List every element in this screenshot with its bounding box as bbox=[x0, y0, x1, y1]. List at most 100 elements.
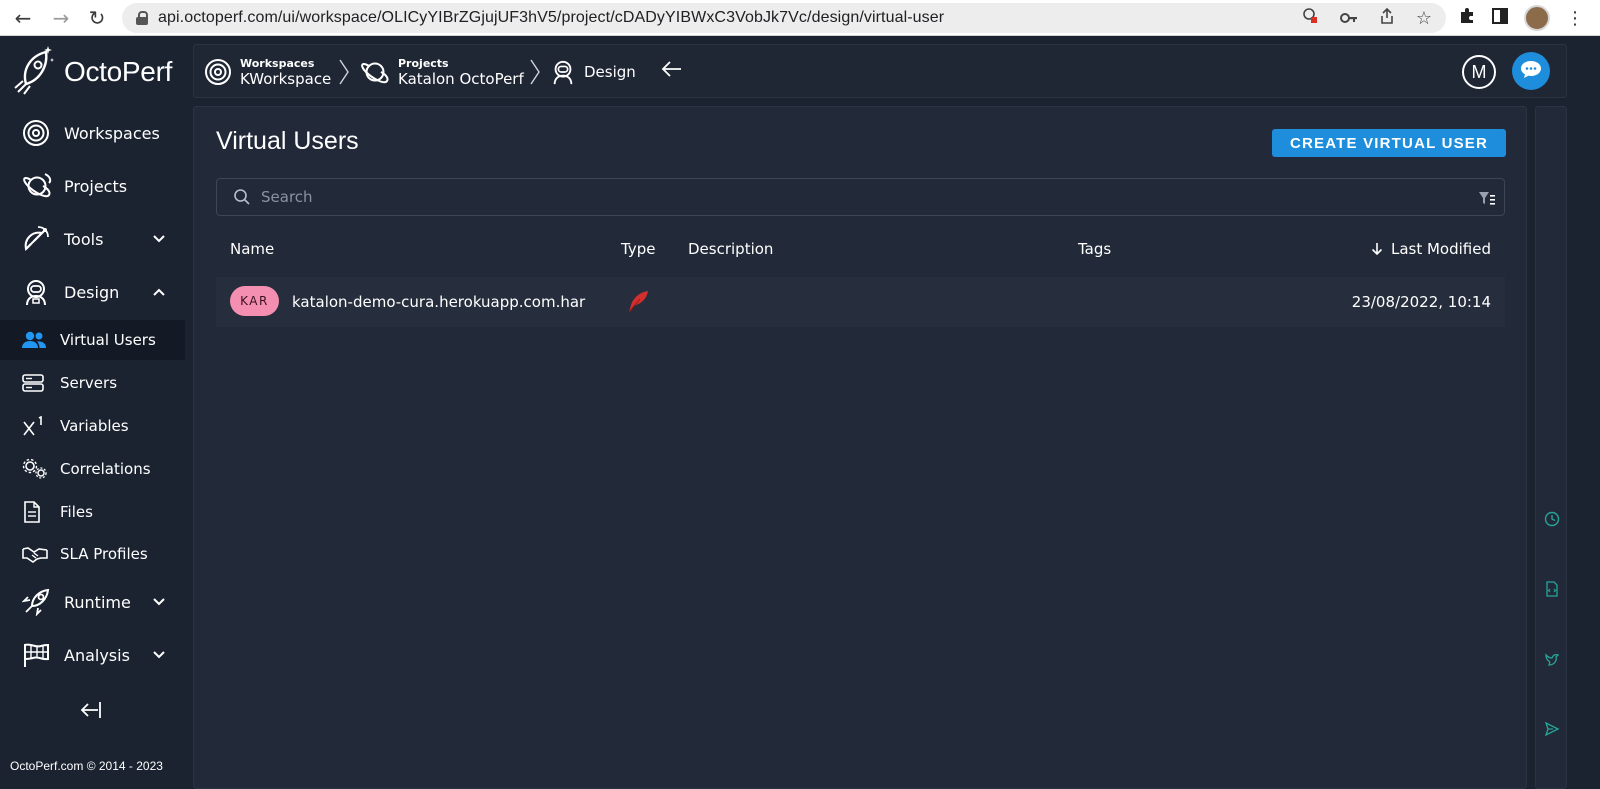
column-header-last-modified[interactable]: Last Modified bbox=[1371, 227, 1491, 271]
column-header-description[interactable]: Description bbox=[688, 227, 773, 271]
gears-icon bbox=[22, 458, 48, 480]
sidebar-item-projects[interactable]: Projects bbox=[0, 162, 185, 210]
sidebar-item-label: Correlations bbox=[60, 460, 151, 478]
sidebar-item-label: Workspaces bbox=[64, 123, 160, 143]
breadcrumb-label: Projects bbox=[398, 56, 449, 70]
browser-toolbar: ← → ↻ api.octoperf.com/ui/workspace/OLIC… bbox=[0, 0, 1600, 36]
lock-icon bbox=[136, 11, 148, 25]
breadcrumb-separator-icon bbox=[529, 59, 541, 91]
breadcrumb-workspaces[interactable]: Workspaces KWorkspace bbox=[204, 45, 331, 99]
breadcrumb-separator-icon bbox=[338, 59, 350, 91]
sidebar-item-label: Analysis bbox=[64, 645, 130, 665]
chevron-down-icon[interactable] bbox=[153, 595, 165, 609]
breadcrumb-label: Workspaces bbox=[240, 56, 315, 70]
chat-button[interactable] bbox=[1512, 52, 1550, 90]
type-cell bbox=[626, 277, 650, 327]
sidebar-item-servers[interactable]: Servers bbox=[0, 363, 185, 403]
chevron-down-icon[interactable] bbox=[153, 232, 165, 246]
sidebar-item-runtime[interactable]: Runtime bbox=[0, 578, 185, 626]
column-header-label: Last Modified bbox=[1390, 240, 1491, 258]
column-header-name[interactable]: Name bbox=[230, 227, 274, 271]
clock-rail-icon[interactable] bbox=[1544, 511, 1560, 527]
logo-text: OctoPerf bbox=[64, 56, 173, 87]
browser-forward-icon[interactable]: → bbox=[44, 0, 78, 36]
search-icon bbox=[233, 188, 251, 206]
sidebar-item-analysis[interactable]: Analysis bbox=[0, 631, 185, 679]
collapse-sidebar-icon[interactable] bbox=[78, 700, 104, 722]
search-input[interactable]: Search bbox=[216, 178, 1505, 216]
sidebar-item-virtual-users[interactable]: Virtual Users bbox=[0, 320, 185, 360]
right-rail bbox=[1535, 106, 1567, 789]
sidebar-item-correlations[interactable]: Correlations bbox=[0, 449, 185, 489]
chat-bubble-icon bbox=[1520, 59, 1542, 83]
sidebar-item-label: Variables bbox=[60, 417, 129, 435]
main-panel: Virtual Users CREATE VIRTUAL USER Search… bbox=[193, 106, 1527, 789]
filter-icon[interactable] bbox=[1478, 190, 1496, 206]
blocked-camera-icon[interactable] bbox=[1302, 8, 1318, 28]
side-panel-icon[interactable] bbox=[1492, 7, 1508, 29]
variable-icon bbox=[22, 416, 48, 436]
astronaut-icon bbox=[22, 278, 54, 306]
planet-icon bbox=[22, 172, 54, 200]
users-icon bbox=[22, 331, 48, 349]
octoperf-logo[interactable]: OctoPerf bbox=[12, 45, 172, 99]
search-placeholder: Search bbox=[261, 188, 313, 206]
sidebar-item-variables[interactable]: Variables bbox=[0, 406, 185, 446]
header-bar: Workspaces KWorkspace Projects Katalon O… bbox=[193, 44, 1567, 98]
workspace-icon bbox=[22, 119, 54, 147]
bird-rail-icon[interactable] bbox=[1544, 651, 1560, 667]
breadcrumb-value: Katalon OctoPerf bbox=[398, 69, 524, 88]
sidebar-item-label: SLA Profiles bbox=[60, 545, 148, 563]
browser-back-icon[interactable]: ← bbox=[6, 0, 40, 36]
create-virtual-user-button[interactable]: CREATE VIRTUAL USER bbox=[1272, 129, 1506, 157]
sidebar-item-workspaces[interactable]: Workspaces bbox=[0, 109, 185, 157]
key-icon[interactable] bbox=[1339, 9, 1358, 28]
share-icon[interactable] bbox=[1380, 7, 1394, 28]
sidebar-item-label: Runtime bbox=[64, 592, 131, 612]
flag-icon bbox=[22, 641, 54, 669]
browser-menu-icon[interactable]: ⋮ bbox=[1566, 8, 1584, 29]
column-header-tags[interactable]: Tags bbox=[1078, 227, 1111, 271]
rocket-icon bbox=[22, 588, 54, 616]
sidebar-item-tools[interactable]: Tools bbox=[0, 215, 185, 263]
back-arrow-icon[interactable] bbox=[661, 59, 683, 85]
table-row[interactable]: KAR katalon-demo-cura.herokuapp.com.har … bbox=[216, 277, 1505, 327]
sidebar: OctoPerf Workspaces Projects Tools Desig… bbox=[0, 37, 185, 789]
virtual-user-last-modified: 23/08/2022, 10:14 bbox=[1351, 293, 1491, 311]
extensions-puzzle-icon[interactable] bbox=[1458, 7, 1476, 30]
chevron-up-icon[interactable] bbox=[153, 285, 165, 299]
browser-profile-avatar[interactable] bbox=[1524, 5, 1550, 31]
astronaut-icon bbox=[550, 58, 576, 86]
file-icon bbox=[22, 501, 48, 523]
breadcrumb-projects[interactable]: Projects Katalon OctoPerf bbox=[360, 45, 524, 99]
copyright-text: OctoPerf.com © 2014 - 2023 bbox=[10, 759, 163, 773]
sidebar-item-files[interactable]: Files bbox=[0, 492, 185, 532]
address-bar[interactable]: api.octoperf.com/ui/workspace/OLICyYIBrZ… bbox=[122, 3, 1446, 33]
file-code-rail-icon[interactable] bbox=[1544, 581, 1560, 597]
user-avatar[interactable]: M bbox=[1462, 55, 1496, 89]
sidebar-item-sla-profiles[interactable]: SLA Profiles bbox=[0, 534, 185, 574]
virtual-user-tag-badge: KAR bbox=[230, 286, 279, 316]
send-rail-icon[interactable] bbox=[1544, 721, 1560, 737]
sidebar-item-label: Tools bbox=[64, 229, 104, 249]
browser-reload-icon[interactable]: ↻ bbox=[80, 0, 114, 36]
sidebar-item-design[interactable]: Design bbox=[0, 268, 185, 316]
sidebar-item-label: Servers bbox=[60, 374, 118, 392]
virtual-user-name[interactable]: katalon-demo-cura.herokuapp.com.har bbox=[292, 277, 585, 327]
breadcrumb-design[interactable]: Design bbox=[550, 45, 636, 99]
sidebar-item-label: Files bbox=[60, 503, 93, 521]
breadcrumb-value: Design bbox=[584, 63, 636, 81]
rocket-logo-icon bbox=[12, 44, 58, 100]
sidebar-item-label: Design bbox=[64, 282, 120, 302]
column-header-type[interactable]: Type bbox=[621, 227, 655, 271]
page-title: Virtual Users bbox=[216, 127, 359, 155]
sidebar-item-label: Virtual Users bbox=[60, 331, 156, 349]
chevron-down-icon[interactable] bbox=[153, 648, 165, 662]
satellite-icon bbox=[22, 225, 54, 253]
sort-arrow-down-icon bbox=[1371, 242, 1383, 256]
server-icon bbox=[22, 374, 48, 392]
sidebar-item-label: Projects bbox=[64, 176, 128, 196]
url-text[interactable]: api.octoperf.com/ui/workspace/OLICyYIBrZ… bbox=[158, 9, 944, 27]
workspace-icon bbox=[204, 58, 232, 86]
bookmark-star-icon[interactable]: ☆ bbox=[1416, 8, 1432, 29]
